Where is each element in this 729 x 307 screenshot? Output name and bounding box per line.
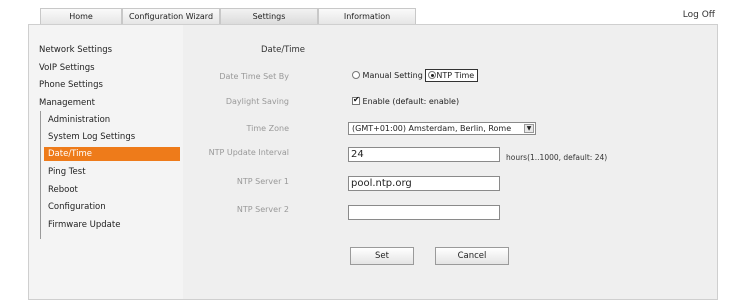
tab-settings[interactable]: Settings	[220, 8, 318, 24]
ntp-server-2-label: NTP Server 2	[236, 205, 289, 214]
ntp-server-1-input[interactable]: pool.ntp.org	[348, 176, 500, 191]
manual-setting-label: Manual Setting	[362, 71, 423, 80]
ntp-time-option[interactable]: NTP Time	[425, 69, 479, 82]
ntp-update-interval-label: NTP Update Interval	[208, 148, 289, 157]
ntp-update-interval-hint: hours(1..1000, default: 24)	[506, 153, 608, 162]
ntp-update-interval-input[interactable]: 24	[348, 147, 500, 162]
page-title: Date/Time	[261, 45, 305, 55]
submenu-divider	[40, 111, 41, 239]
daylight-saving-group: Enable (default: enable)	[352, 95, 460, 106]
sidebar-item-network-settings[interactable]: Network Settings	[39, 45, 112, 55]
sidebar-item-phone-settings[interactable]: Phone Settings	[39, 80, 103, 90]
ntp-server-1-label: NTP Server 1	[236, 177, 289, 186]
daylight-saving-checkbox[interactable]	[352, 95, 360, 105]
sidebar-item-firmware-update[interactable]: Firmware Update	[48, 220, 120, 230]
date-time-set-by-group: Manual Setting NTP Time	[352, 69, 479, 82]
time-zone-value: (GMT+01:00) Amsterdam, Berlin, Rome	[352, 124, 512, 133]
sidebar-item-management[interactable]: Management	[39, 98, 95, 108]
sidebar-item-configuration[interactable]: Configuration	[48, 202, 106, 212]
daylight-saving-option-label: Enable (default: enable)	[362, 97, 460, 106]
sidebar-item-ping-test[interactable]: Ping Test	[48, 167, 86, 177]
tab-home[interactable]: Home	[40, 8, 122, 24]
sidebar-item-system-log-settings[interactable]: System Log Settings	[48, 132, 135, 142]
manual-setting-radio[interactable]	[352, 71, 360, 79]
time-zone-select[interactable]: (GMT+01:00) Amsterdam, Berlin, Rome ▼	[348, 122, 536, 135]
time-zone-label: Time Zone	[246, 124, 290, 133]
main-frame: Network Settings VoIP Settings Phone Set…	[28, 24, 718, 300]
sidebar: Network Settings VoIP Settings Phone Set…	[29, 25, 183, 299]
cancel-button[interactable]: Cancel	[435, 247, 509, 265]
daylight-saving-label: Daylight Saving	[225, 97, 289, 106]
tab-configuration-wizard[interactable]: Configuration Wizard	[122, 8, 220, 24]
ntp-server-2-input[interactable]	[348, 205, 500, 220]
sidebar-item-administration[interactable]: Administration	[48, 115, 110, 125]
sidebar-item-reboot[interactable]: Reboot	[48, 185, 78, 195]
top-tab-bar: Home Configuration Wizard Settings Infor…	[40, 8, 416, 24]
content-panel: Date/Time Date Time Set By Manual Settin…	[183, 25, 717, 299]
chevron-down-icon[interactable]: ▼	[524, 124, 534, 133]
set-button[interactable]: Set	[350, 247, 414, 265]
date-time-set-by-label: Date Time Set By	[219, 72, 289, 81]
sidebar-item-voip-settings[interactable]: VoIP Settings	[39, 63, 95, 73]
ntp-time-label: NTP Time	[436, 71, 475, 80]
log-off-link[interactable]: Log Off	[683, 10, 715, 20]
tab-information[interactable]: Information	[318, 8, 416, 24]
sidebar-item-date-time[interactable]: Date/Time	[44, 147, 180, 161]
